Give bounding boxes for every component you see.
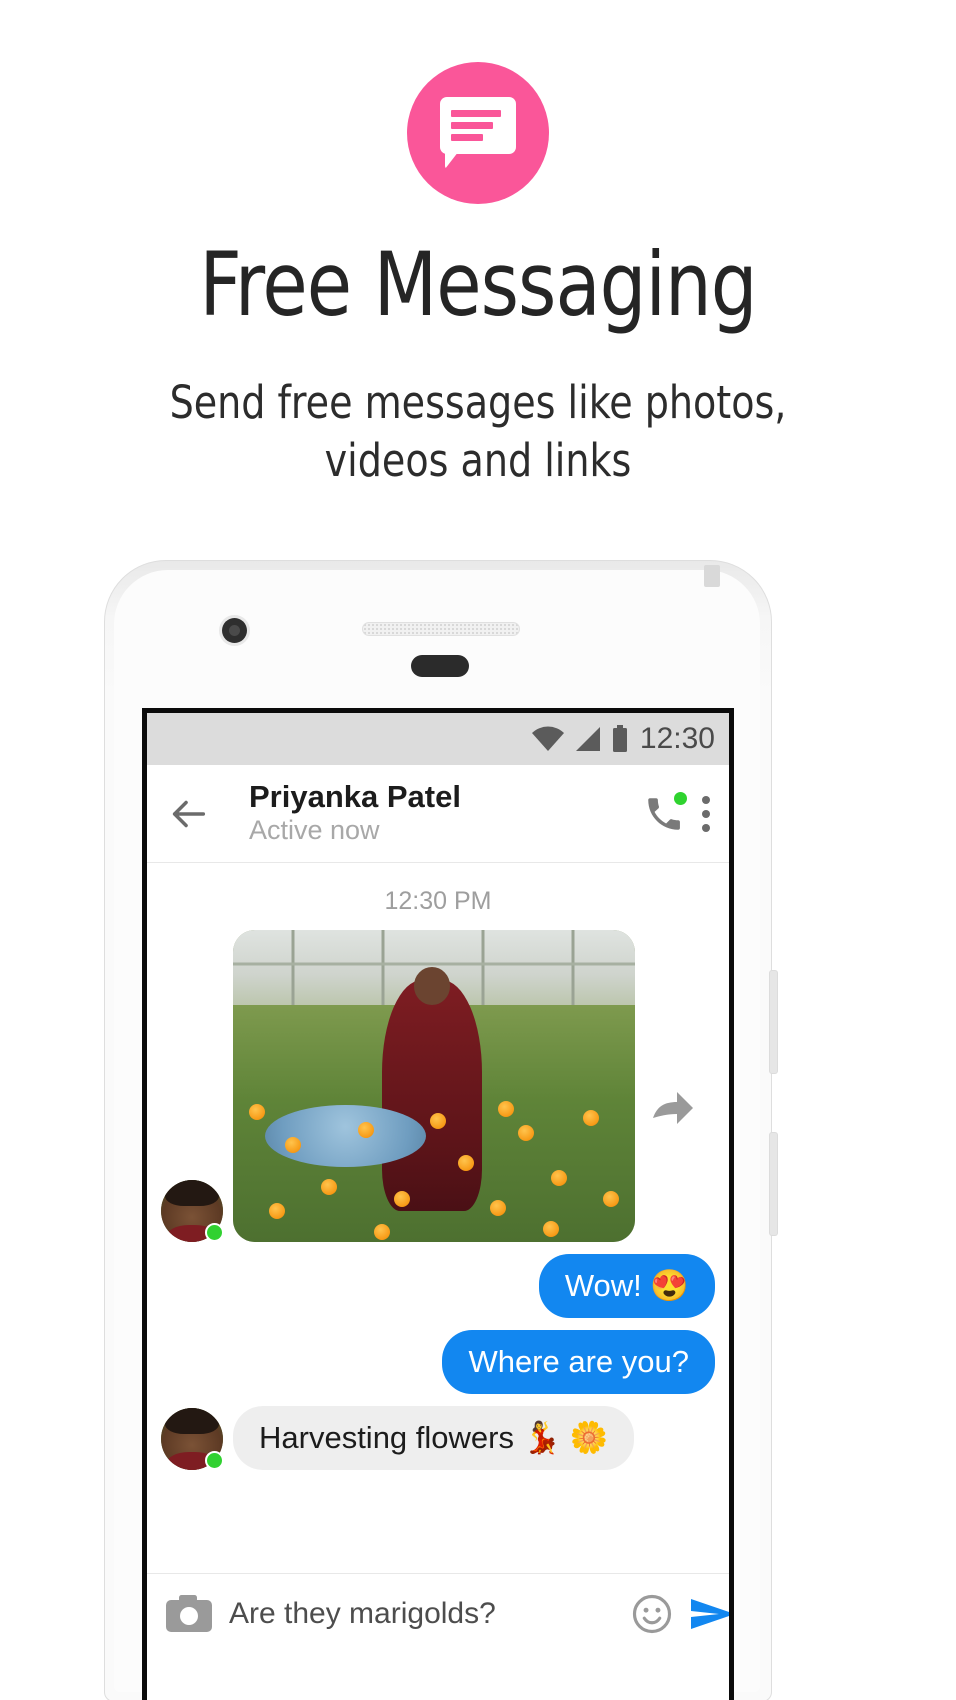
more-vertical-icon[interactable]	[701, 793, 711, 835]
message-input[interactable]	[229, 1596, 615, 1631]
status-bar: 12:30	[147, 713, 729, 765]
message-row-incoming: Harvesting flowers 💃 🌼	[161, 1405, 715, 1470]
chat-bubble-glyph	[440, 97, 516, 169]
subtitle-line-1: Send free messages like photos,	[169, 376, 787, 429]
earpiece	[411, 655, 469, 677]
chat-header: Priyanka Patel Active now	[147, 765, 729, 863]
avatar[interactable]	[161, 1180, 224, 1242]
volume-up-button[interactable]	[769, 970, 778, 1074]
contact-name: Priyanka Patel	[249, 779, 461, 815]
avatar-online-indicator	[205, 1450, 224, 1470]
message-row-outgoing-2: Where are you?	[161, 1329, 715, 1394]
contact-status: Active now	[249, 814, 380, 845]
bubble-line-2	[451, 122, 493, 129]
photo-marigolds	[233, 1092, 635, 1242]
status-bar-time: 12:30	[639, 722, 715, 755]
app-icon-container	[0, 62, 956, 204]
message-bubble-incoming[interactable]: Harvesting flowers 💃 🌼	[233, 1405, 635, 1470]
chat-header-actions	[643, 791, 711, 835]
page-title: Free Messaging	[199, 233, 757, 336]
photo-message[interactable]	[233, 930, 635, 1242]
message-row-photo	[161, 930, 715, 1242]
message-composer	[147, 1573, 729, 1653]
send-icon[interactable]	[689, 1593, 734, 1635]
message-row-outgoing-1: Wow! 😍	[161, 1254, 715, 1318]
forward-arrow-icon[interactable]	[649, 1084, 697, 1132]
bubble-line-1	[451, 110, 501, 117]
speaker-grille	[362, 622, 520, 636]
antenna-band	[704, 565, 720, 587]
subtitle-line-2: videos and links	[324, 433, 632, 487]
front-camera	[222, 618, 247, 643]
battery-full-icon	[612, 725, 627, 752]
photo-woman-head	[413, 967, 451, 1005]
volume-down-button[interactable]	[769, 1132, 778, 1236]
camera-icon[interactable]	[165, 1594, 213, 1634]
emoji-smiley-icon[interactable]	[631, 1593, 673, 1635]
message-bubble-outgoing[interactable]: Where are you?	[442, 1329, 715, 1394]
call-online-indicator	[674, 791, 687, 805]
phone-mockup: 12:30 Priyanka Patel Active now 12:30 PM…	[104, 560, 778, 1700]
bubble-line-3	[451, 134, 483, 141]
message-bubble-icon	[407, 62, 549, 204]
message-bubble-outgoing[interactable]: Wow! 😍	[538, 1254, 715, 1318]
page-subtitle: Send free messages like photos, videos a…	[102, 374, 854, 489]
back-arrow-icon[interactable]	[165, 791, 211, 837]
phone-screen: 12:30 Priyanka Patel Active now 12:30 PM…	[142, 708, 734, 1700]
call-button[interactable]	[643, 791, 687, 835]
promo-screenshot: Free Messaging Send free messages like p…	[0, 0, 956, 1700]
thread-timestamp: 12:30 PM	[384, 887, 492, 915]
avatar[interactable]	[161, 1407, 224, 1470]
cellular-signal-icon	[575, 727, 600, 751]
message-thread[interactable]: 12:30 PM Wow! 😍 Where are you? Harvestin…	[147, 863, 729, 1653]
avatar-online-indicator	[205, 1223, 224, 1242]
wifi-icon	[531, 726, 564, 751]
avatar-hair	[164, 1407, 220, 1434]
chat-header-texts[interactable]: Priyanka Patel Active now	[221, 779, 643, 847]
avatar-hair	[164, 1180, 220, 1207]
